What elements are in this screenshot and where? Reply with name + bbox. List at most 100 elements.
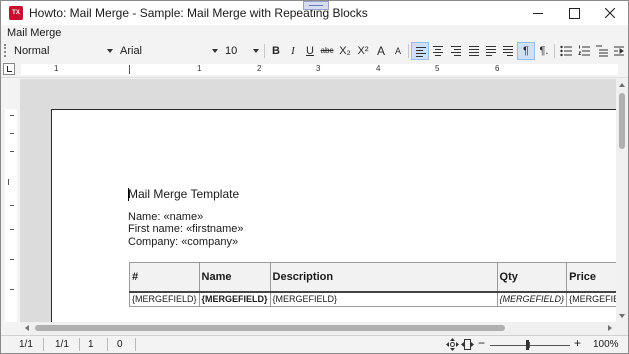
chevron-down-icon[interactable] [107,49,113,53]
tab-stop-icon[interactable] [611,42,628,60]
vertical-ruler-track [5,109,17,322]
menu-bar: Mail Merge [1,25,628,41]
shrink-font-button[interactable]: A [389,42,407,60]
zoom-slider-center-mark [529,342,530,348]
status-separator [107,338,108,351]
indent-marker[interactable] [129,65,130,74]
text-direction-button[interactable]: ¶ [517,42,535,60]
numbered-list-icon[interactable] [575,42,593,60]
align-right-icon[interactable] [447,42,465,60]
maximize-icon[interactable] [556,1,592,25]
ruler-number: 6 [495,64,500,73]
toolbar-separator [554,44,555,58]
ruler-tick [10,133,14,134]
table-cell[interactable]: {MERGEFIELD} [129,291,200,307]
toolbar-grip[interactable] [4,44,6,57]
status-column: 0 [117,339,123,350]
justify-icon[interactable] [465,42,483,60]
table-header-cell[interactable]: Description [269,262,498,293]
window-snap-grip[interactable] [303,1,329,10]
italic-button[interactable]: I [284,42,302,60]
scrollbar-corner [616,322,628,335]
toolbar-separator [264,44,265,58]
ruler-tick [10,289,14,290]
close-icon[interactable] [592,1,628,25]
ruler-tick [10,205,14,206]
indent-icon[interactable] [593,42,611,60]
align-left-icon[interactable] [411,42,429,60]
company-line: Company: «company» [128,236,239,248]
vertical-scroll-thumb[interactable] [619,93,625,149]
underline-button[interactable]: U [301,42,319,60]
status-separator [43,338,44,351]
table-header-cell[interactable]: Name [198,262,271,293]
title-bar: TX Howto: Mail Merge - Sample: Mail Merg… [1,1,628,25]
chevron-down-icon[interactable] [253,49,259,53]
status-line: 1 [88,339,94,350]
distribute-icon[interactable] [482,42,500,60]
formatting-toolbar: Normal Arial 10 B I U abc X₂ X² A A ¶ ¶. [1,41,628,61]
show-formatting-button[interactable]: ¶. [535,42,553,60]
table-row: {MERGEFIELD} {MERGEFIELD} {MERGEFIELD} {… [129,291,616,307]
style-select[interactable]: Normal [12,43,115,59]
fit-width-icon[interactable] [461,338,474,353]
horizontal-scrollbar[interactable] [21,322,616,335]
table-header-cell[interactable]: Qty [496,262,568,293]
subscript-button[interactable]: X₂ [336,42,354,60]
template-heading: Mail Merge Template [128,187,240,201]
align-center-icon[interactable] [429,42,447,60]
status-separator [135,338,136,351]
table-header-row: # Name Description Qty Price [129,262,616,293]
style-select-value: Normal [14,45,50,57]
name-line: Name: «name» [128,211,204,223]
ruler-marker[interactable] [8,179,9,185]
bullet-list-icon[interactable] [557,42,575,60]
document-page[interactable]: Mail Merge Template Name: «name» First n… [51,109,616,322]
font-size-select[interactable]: 10 [223,43,261,59]
table-header-cell[interactable]: Price [566,262,616,293]
strikethrough-button[interactable]: abc [318,42,336,60]
bold-button[interactable]: B [267,42,285,60]
ruler-track: 1 1 2 3 4 5 6 [21,64,618,75]
table-cell[interactable]: {MERGEFIELD} [198,291,271,307]
tab-type-selector[interactable] [3,63,15,75]
zoom-in-button[interactable]: + [574,336,581,350]
ruler-tick [10,259,14,260]
scroll-up-icon[interactable] [619,83,625,87]
table-header-cell[interactable]: # [129,262,200,293]
merge-table[interactable]: # Name Description Qty Price {MERGEFIELD… [129,262,616,307]
minimize-icon[interactable] [520,1,556,25]
zoom-out-button[interactable]: − [478,336,485,350]
vertical-ruler[interactable] [1,79,21,322]
table-cell[interactable]: {MERGEFIELD} [496,291,568,307]
vertical-scrollbar[interactable] [616,79,628,322]
ruler-number: 1 [54,64,59,73]
superscript-button[interactable]: X² [354,42,372,60]
font-select-value: Arial [120,45,143,57]
zoom-slider-thumb[interactable] [526,340,529,350]
table-cell[interactable]: {MERGEFIELD} [269,291,498,307]
document-area[interactable]: Mail Merge Template Name: «name» First n… [21,79,616,322]
zoom-level: 100% [593,339,619,350]
scroll-down-icon[interactable] [619,314,625,318]
ruler-number: 5 [435,64,440,73]
menu-mail-merge[interactable]: Mail Merge [7,27,61,39]
ruler-tick [10,115,14,116]
font-select[interactable]: Arial [118,43,220,59]
ruler-number: 3 [316,64,321,73]
ruler-tick [10,151,14,152]
horizontal-ruler[interactable]: 1 1 2 3 4 5 6 [1,61,628,78]
ruler-number: 4 [376,64,381,73]
grow-font-button[interactable]: A [372,42,390,60]
scroll-left-icon[interactable] [25,325,29,331]
scroll-right-icon[interactable] [608,325,612,331]
zoom-slider[interactable] [490,345,570,346]
ruler-number: 2 [257,64,262,73]
table-cell[interactable]: {MERGEFIEL [566,291,616,307]
firstname-line: First name: «firstname» [128,223,244,235]
chevron-down-icon[interactable] [212,49,218,53]
status-bar: 1/1 1/1 1 0 − + 100% [1,335,628,353]
move-icon[interactable] [446,338,459,353]
distribute-right-icon[interactable] [499,42,517,60]
horizontal-scroll-thumb[interactable] [35,325,505,331]
